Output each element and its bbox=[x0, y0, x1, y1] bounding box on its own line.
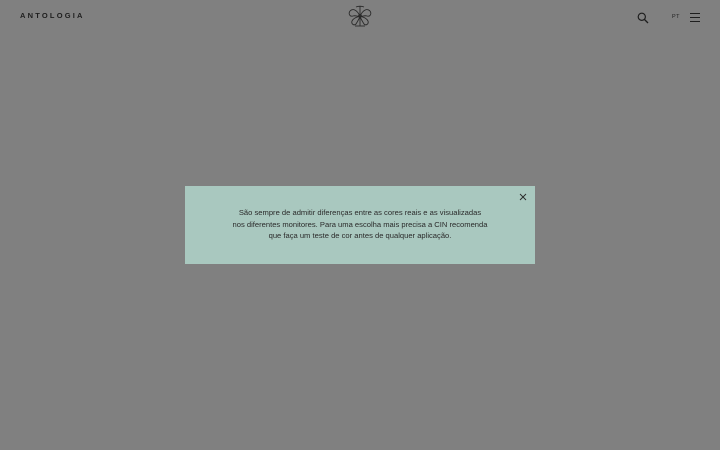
brand-link[interactable]: ANTOLOGIA bbox=[20, 11, 85, 21]
modal-message-line: nos diferentes monitores. Para uma escol… bbox=[232, 219, 488, 229]
top-bar: ANTOLOGIA PT bbox=[0, 0, 720, 36]
modal-message-line: São sempre de admitir diferenças entre a… bbox=[238, 208, 482, 217]
hamburger-menu-icon[interactable] bbox=[690, 12, 700, 22]
ornate-monogram-icon[interactable] bbox=[347, 5, 373, 27]
modal-message-line: que faça um teste de cor antes de qualqu… bbox=[268, 231, 452, 241]
close-icon[interactable] bbox=[518, 192, 528, 202]
modal-message: São sempre de admitir diferenças entre a… bbox=[205, 207, 515, 242]
search-icon[interactable] bbox=[637, 12, 649, 24]
language-toggle[interactable]: PT bbox=[672, 13, 680, 21]
